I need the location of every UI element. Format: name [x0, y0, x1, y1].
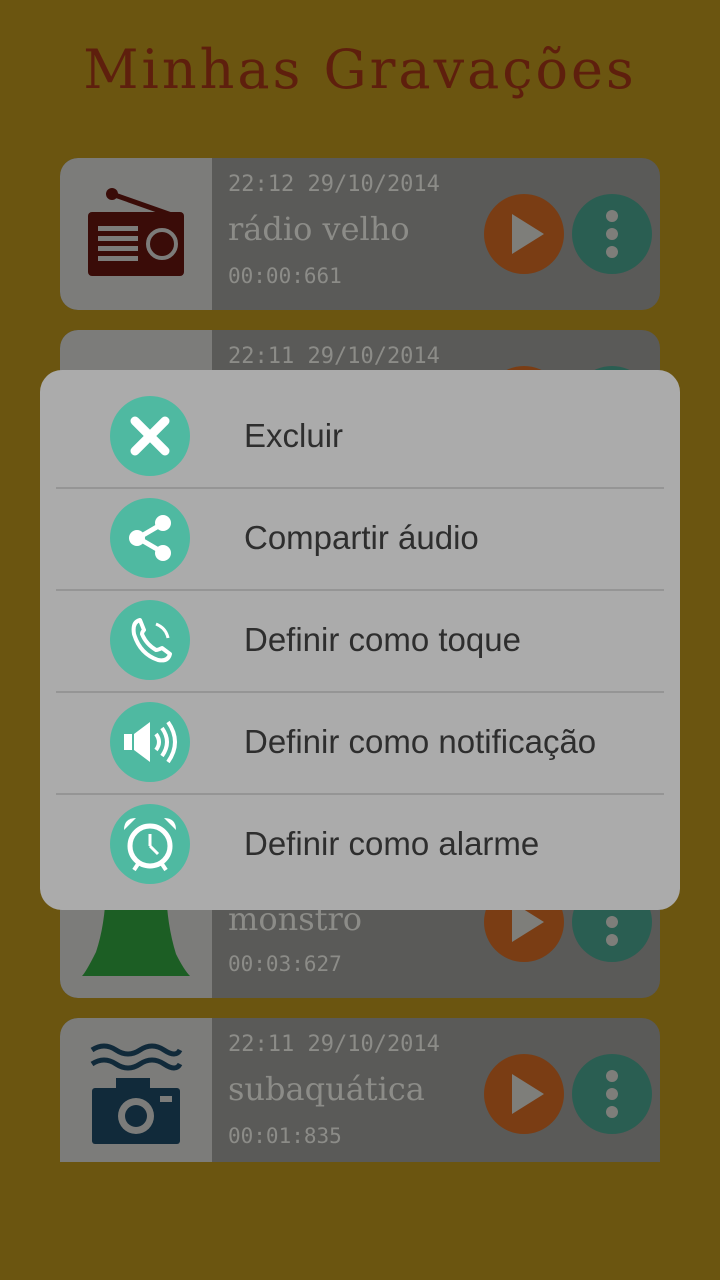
- recording-duration: 00:03:627: [228, 952, 342, 976]
- more-options-button[interactable]: [572, 194, 652, 274]
- play-button[interactable]: [484, 1054, 564, 1134]
- menu-item-label: Definir como notificação: [244, 723, 597, 760]
- underwater-camera-icon: [90, 1043, 183, 1144]
- recording-thumbnail: [60, 158, 212, 310]
- more-vertical-icon: [606, 1070, 618, 1118]
- menu-item-set-alarm[interactable]: Definir como alarme: [56, 793, 664, 895]
- menu-item-set-notification[interactable]: Definir como notificação: [56, 691, 664, 793]
- options-dialog: Excluir Compartir áudio Definir como toq…: [40, 370, 680, 910]
- play-icon: [512, 1074, 544, 1114]
- recording-thumbnail: [60, 1018, 212, 1162]
- recording-duration: 00:00:661: [228, 264, 342, 288]
- menu-item-delete[interactable]: Excluir: [56, 385, 664, 487]
- recording-date: 22:11 29/10/2014: [228, 344, 440, 369]
- recording-card[interactable]: 22:11 29/10/2014 subaquática 00:01:835: [60, 1018, 660, 1162]
- more-options-button[interactable]: [572, 1054, 652, 1134]
- speaker-icon: [110, 702, 190, 782]
- menu-item-share[interactable]: Compartir áudio: [56, 487, 664, 589]
- more-vertical-icon: [606, 210, 618, 258]
- share-icon: [110, 498, 190, 578]
- radio-icon: [88, 188, 184, 276]
- recording-date: 22:11 29/10/2014: [228, 1032, 440, 1057]
- play-icon: [512, 214, 544, 254]
- phone-icon: [110, 600, 190, 680]
- recording-name: rádio velho: [228, 210, 410, 248]
- menu-item-label: Definir como toque: [244, 621, 521, 658]
- page-title: Minhas Gravações: [83, 38, 637, 101]
- menu-item-label: Compartir áudio: [244, 519, 479, 556]
- close-icon: [110, 396, 190, 476]
- play-button[interactable]: [484, 194, 564, 274]
- recording-duration: 00:01:835: [228, 1124, 342, 1148]
- recording-card[interactable]: 22:12 29/10/2014 rádio velho 00:00:661: [60, 158, 660, 310]
- menu-item-label: Definir como alarme: [244, 825, 540, 862]
- recording-date: 22:12 29/10/2014: [228, 172, 440, 197]
- menu-item-set-ringtone[interactable]: Definir como toque: [56, 589, 664, 691]
- menu-item-label: Excluir: [244, 417, 344, 454]
- alarm-clock-icon: [110, 804, 190, 884]
- recording-name: subaquática: [228, 1070, 425, 1108]
